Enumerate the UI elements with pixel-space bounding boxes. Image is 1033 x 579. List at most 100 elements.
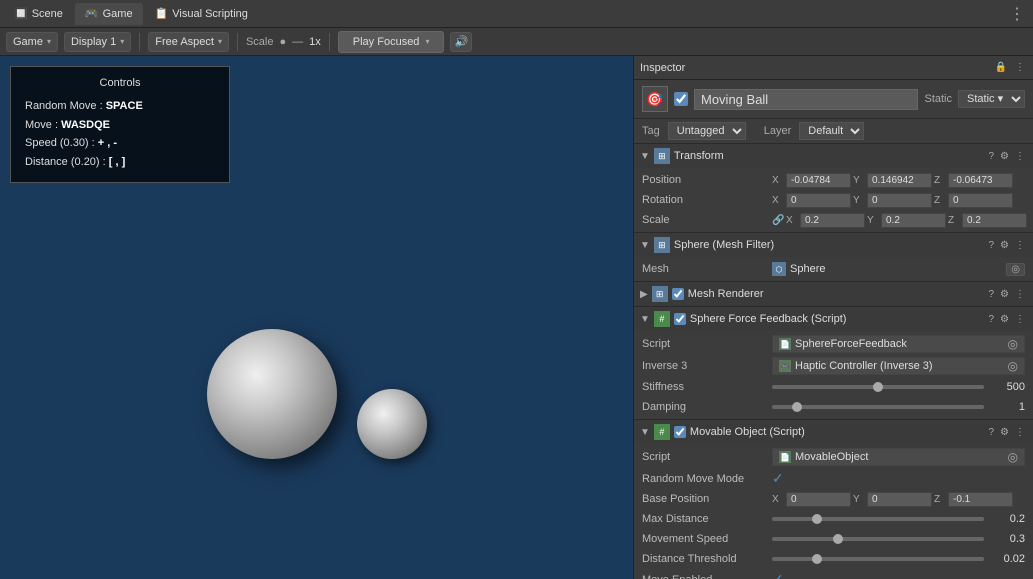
mesh-select-button[interactable]: ◎: [1006, 263, 1025, 276]
inspector-panel: Inspector 🔒 ⋮ 🎯 Static Static ▾ Tag Unta…: [633, 56, 1033, 579]
tab-scene[interactable]: 🔲 Scene: [4, 3, 73, 25]
movable-script-value: 📄 MovableObject ◎: [772, 448, 1025, 466]
move-enabled-row: Move Enabled ✓: [634, 569, 1033, 579]
transform-kebab-button[interactable]: ⋮: [1013, 151, 1027, 162]
base-pos-z-field[interactable]: [948, 492, 1013, 507]
position-x-field[interactable]: [786, 173, 851, 188]
random-move-mode-label: Random Move Mode: [642, 473, 772, 485]
inspector-lock-button[interactable]: 🔒: [993, 62, 1009, 73]
scale-x-field[interactable]: [800, 213, 865, 228]
mesh-filter-body: Mesh ⬡ Sphere ◎: [634, 257, 1033, 281]
mesh-filter-header[interactable]: ▼ ⊞ Sphere (Mesh Filter) ? ⚙ ⋮: [634, 233, 1033, 257]
play-focused-button[interactable]: Play Focused ▾: [338, 31, 445, 53]
movable-object-checkbox[interactable]: [674, 426, 686, 438]
move-key: WASDQE: [61, 119, 110, 131]
tab-visual-scripting[interactable]: 📋 Visual Scripting: [145, 3, 258, 25]
movable-object-help-button[interactable]: ?: [986, 427, 996, 438]
base-pos-y-field[interactable]: [867, 492, 932, 507]
object-active-checkbox[interactable]: [674, 92, 688, 106]
scale-z-field[interactable]: [962, 213, 1027, 228]
damping-row: Damping 1: [634, 397, 1033, 417]
sphere-force-kebab-button[interactable]: ⋮: [1013, 314, 1027, 325]
damping-label: Damping: [642, 401, 772, 413]
movable-script-select-button[interactable]: ◎: [1008, 450, 1018, 464]
scale-y-field[interactable]: [881, 213, 946, 228]
position-y-field[interactable]: [867, 173, 932, 188]
random-move-mode-row: Random Move Mode ✓: [634, 468, 1033, 489]
max-distance-slider[interactable]: [772, 517, 984, 521]
inverse3-row: Inverse 3 🎮 Haptic Controller (Inverse 3…: [634, 355, 1033, 377]
display-dropdown[interactable]: Display 1 ▾: [64, 32, 131, 52]
rotation-x-field[interactable]: [786, 193, 851, 208]
mesh-filter-icon: ⊞: [654, 237, 670, 253]
distance-threshold-slider[interactable]: [772, 557, 984, 561]
transform-header[interactable]: ▼ ⊞ Transform ? ⚙ ⋮: [634, 144, 1033, 168]
mute-icon: 🔊: [455, 35, 469, 48]
static-dropdown[interactable]: Static ▾: [958, 90, 1025, 108]
movable-object-body: Script 📄 MovableObject ◎ Random Move Mod…: [634, 444, 1033, 579]
mesh-filter-settings-button[interactable]: ⚙: [998, 240, 1011, 251]
movement-speed-slider[interactable]: [772, 537, 984, 541]
mesh-filter-help-button[interactable]: ?: [986, 240, 996, 251]
stiffness-slider[interactable]: [772, 385, 984, 389]
movable-object-title: Movable Object (Script): [690, 426, 983, 438]
rotation-x-label: X: [772, 195, 784, 206]
move-enabled-checkmark: ✓: [772, 571, 784, 579]
movable-object-kebab-button[interactable]: ⋮: [1013, 427, 1027, 438]
object-name-field[interactable]: [694, 89, 918, 110]
script-select-button[interactable]: ◎: [1008, 337, 1018, 351]
game-dropdown[interactable]: Game ▾: [6, 32, 58, 52]
base-pos-x-field[interactable]: [786, 492, 851, 507]
mesh-filter-kebab-button[interactable]: ⋮: [1013, 240, 1027, 251]
scale-icon: ●: [280, 36, 287, 48]
inspector-kebab-button[interactable]: ⋮: [1013, 62, 1027, 73]
max-distance-value: 0.2: [990, 513, 1025, 525]
mesh-renderer-help-button[interactable]: ?: [986, 289, 996, 300]
aspect-arrow-icon: ▾: [218, 37, 222, 46]
mesh-renderer-header[interactable]: ▶ ⊞ Mesh Renderer ? ⚙ ⋮: [634, 282, 1033, 306]
layer-dropdown[interactable]: Default: [799, 122, 864, 140]
movable-object-btns: ? ⚙ ⋮: [986, 427, 1027, 438]
mesh-renderer-kebab-button[interactable]: ⋮: [1013, 289, 1027, 300]
movement-speed-value: 0.3: [990, 533, 1025, 545]
damping-value: 1: [990, 401, 1025, 413]
sphere-large: [207, 329, 337, 459]
rotation-z-field[interactable]: [948, 193, 1013, 208]
scale-row: Scale 🔗 X Y Z: [634, 210, 1033, 230]
damping-slider[interactable]: [772, 405, 984, 409]
sphere-force-help-button[interactable]: ?: [986, 314, 996, 325]
movable-object-settings-button[interactable]: ⚙: [998, 427, 1011, 438]
sphere-force-settings-button[interactable]: ⚙: [998, 314, 1011, 325]
position-z-field[interactable]: [948, 173, 1013, 188]
sphere-force-checkbox[interactable]: [674, 313, 686, 325]
inverse3-ref: 🎮 Haptic Controller (Inverse 3) ◎: [772, 357, 1025, 375]
rotation-y-field[interactable]: [867, 193, 932, 208]
aspect-dropdown[interactable]: Free Aspect ▾: [148, 32, 229, 52]
inspector-header: Inspector 🔒 ⋮: [634, 56, 1033, 80]
stiffness-label: Stiffness: [642, 381, 772, 393]
transform-settings-button[interactable]: ⚙: [998, 151, 1011, 162]
max-distance-row: Max Distance 0.2: [634, 509, 1033, 529]
movement-speed-slider-container: 0.3: [772, 533, 1025, 545]
base-pos-x-label: X: [772, 494, 784, 505]
mesh-renderer-settings-button[interactable]: ⚙: [998, 289, 1011, 300]
mesh-value-container: ⬡ Sphere ◎: [772, 262, 1025, 276]
mute-button[interactable]: 🔊: [450, 32, 472, 52]
game-view: Controls Random Move : SPACE Move : WASD…: [0, 56, 633, 579]
display-arrow-icon: ▾: [120, 37, 124, 46]
script-ref: 📄 SphereForceFeedback ◎: [772, 335, 1025, 353]
controls-row-1: Random Move : SPACE: [25, 97, 215, 116]
movable-object-header[interactable]: ▼ # Movable Object (Script) ? ⚙ ⋮: [634, 420, 1033, 444]
base-pos-z-label: Z: [934, 494, 946, 505]
tag-dropdown[interactable]: Untagged: [668, 122, 746, 140]
mesh-renderer-checkbox[interactable]: [672, 288, 684, 300]
tag-label: Tag: [642, 125, 660, 137]
sphere-force-header[interactable]: ▼ # Sphere Force Feedback (Script) ? ⚙ ⋮: [634, 307, 1033, 331]
inverse3-select-button[interactable]: ◎: [1008, 359, 1018, 373]
aspect-label: Free Aspect: [155, 36, 214, 48]
base-position-label: Base Position: [642, 493, 772, 505]
tab-game[interactable]: 🎮 Game: [75, 3, 143, 25]
distance-threshold-label: Distance Threshold: [642, 553, 772, 565]
transform-help-button[interactable]: ?: [986, 151, 996, 162]
kebab-menu-button[interactable]: ⋮: [1005, 4, 1029, 24]
